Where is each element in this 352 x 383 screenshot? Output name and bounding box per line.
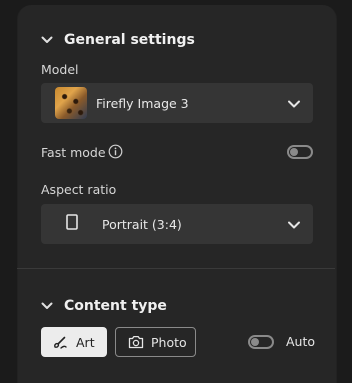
fast-mode-label: Fast mode: [41, 145, 106, 160]
chevron-up-icon: [41, 302, 53, 310]
photo-label: Photo: [151, 334, 187, 350]
aspect-ratio-dropdown[interactable]: Portrait (3:4): [41, 204, 313, 244]
info-icon[interactable]: [108, 144, 123, 163]
content-type-header[interactable]: Content type: [41, 298, 167, 314]
model-label: Model: [41, 62, 79, 77]
model-value: Firefly Image 3: [96, 95, 189, 111]
chevron-down-icon: [287, 96, 301, 115]
fast-mode-toggle[interactable]: [287, 145, 313, 159]
photo-button[interactable]: Photo: [115, 327, 196, 357]
section-divider: [17, 268, 335, 269]
art-label: Art: [76, 334, 95, 350]
auto-label: Auto: [286, 334, 316, 349]
content-type-title: Content type: [64, 298, 167, 314]
aspect-ratio-label: Aspect ratio: [41, 182, 117, 197]
chevron-down-icon: [287, 217, 301, 236]
camera-icon: [128, 335, 144, 349]
model-dropdown[interactable]: Firefly Image 3: [41, 83, 313, 123]
general-settings-title: General settings: [64, 32, 195, 48]
model-thumbnail: [55, 87, 87, 119]
auto-toggle[interactable]: [248, 335, 274, 349]
art-button[interactable]: Art: [41, 327, 107, 357]
portrait-rect-icon: [66, 214, 78, 234]
general-settings-header[interactable]: General settings: [41, 32, 195, 48]
chevron-up-icon: [41, 36, 53, 44]
brush-icon: [52, 334, 68, 350]
aspect-ratio-value: Portrait (3:4): [102, 216, 182, 232]
